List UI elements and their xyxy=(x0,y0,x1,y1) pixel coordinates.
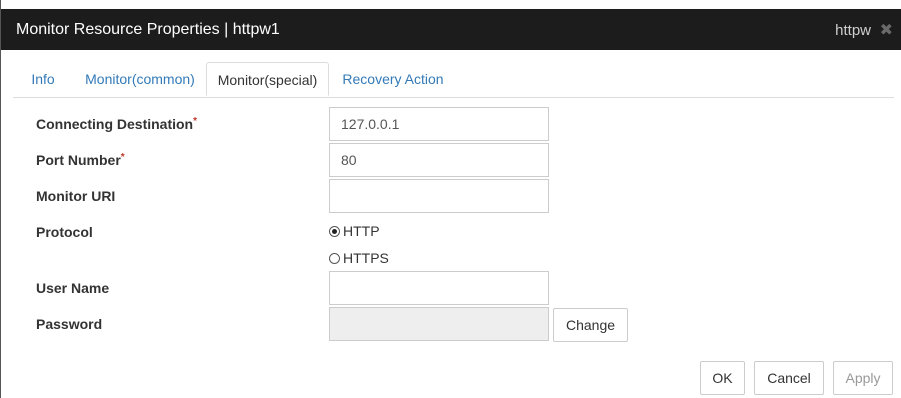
required-mark: * xyxy=(120,152,125,163)
close-icon[interactable]: ✖ xyxy=(880,20,893,40)
connecting-destination-input[interactable]: 127.0.0.1 xyxy=(329,107,549,141)
monitor-uri-label: Monitor URI xyxy=(36,188,116,204)
dialog-titlebar: Monitor Resource Properties | httpw1 htt… xyxy=(1,9,901,50)
dialog-title: Monitor Resource Properties | httpw1 xyxy=(16,21,280,38)
apply-button[interactable]: Apply xyxy=(833,361,893,395)
port-number-label: Port Number* xyxy=(36,152,125,168)
tab-recovery-action[interactable]: Recovery Action xyxy=(338,62,448,96)
user-name-label: User Name xyxy=(36,280,110,296)
connecting-destination-label: Connecting Destination* xyxy=(36,116,198,132)
protocol-https-label: HTTPS xyxy=(343,250,389,266)
password-input xyxy=(329,307,549,341)
cancel-button[interactable]: Cancel xyxy=(754,361,824,395)
monitor-properties-dialog: Monitor Resource Properties | httpw1 htt… xyxy=(0,0,901,398)
tab-monitor-common[interactable]: Monitor(common) xyxy=(83,62,197,96)
user-name-input[interactable] xyxy=(329,271,549,305)
tab-info[interactable]: Info xyxy=(25,62,61,96)
protocol-http-radio[interactable]: HTTP xyxy=(329,223,380,239)
monitor-uri-input[interactable] xyxy=(329,179,549,213)
protocol-http-label: HTTP xyxy=(343,223,380,239)
ok-button[interactable]: OK xyxy=(700,361,745,395)
radio-checked-icon xyxy=(329,226,340,237)
required-mark: * xyxy=(193,116,198,127)
password-label: Password xyxy=(36,316,103,332)
tab-monitor-special[interactable]: Monitor(special) xyxy=(206,62,329,96)
protocol-label: Protocol xyxy=(36,224,93,240)
protocol-https-radio[interactable]: HTTPS xyxy=(329,250,389,266)
radio-unchecked-icon xyxy=(329,253,340,264)
change-password-button[interactable]: Change xyxy=(553,308,628,342)
tab-bar: Info Monitor(common) Monitor(special) Re… xyxy=(13,62,894,98)
port-number-input[interactable]: 80 xyxy=(329,143,549,177)
resource-type-label: httpw xyxy=(835,22,871,39)
